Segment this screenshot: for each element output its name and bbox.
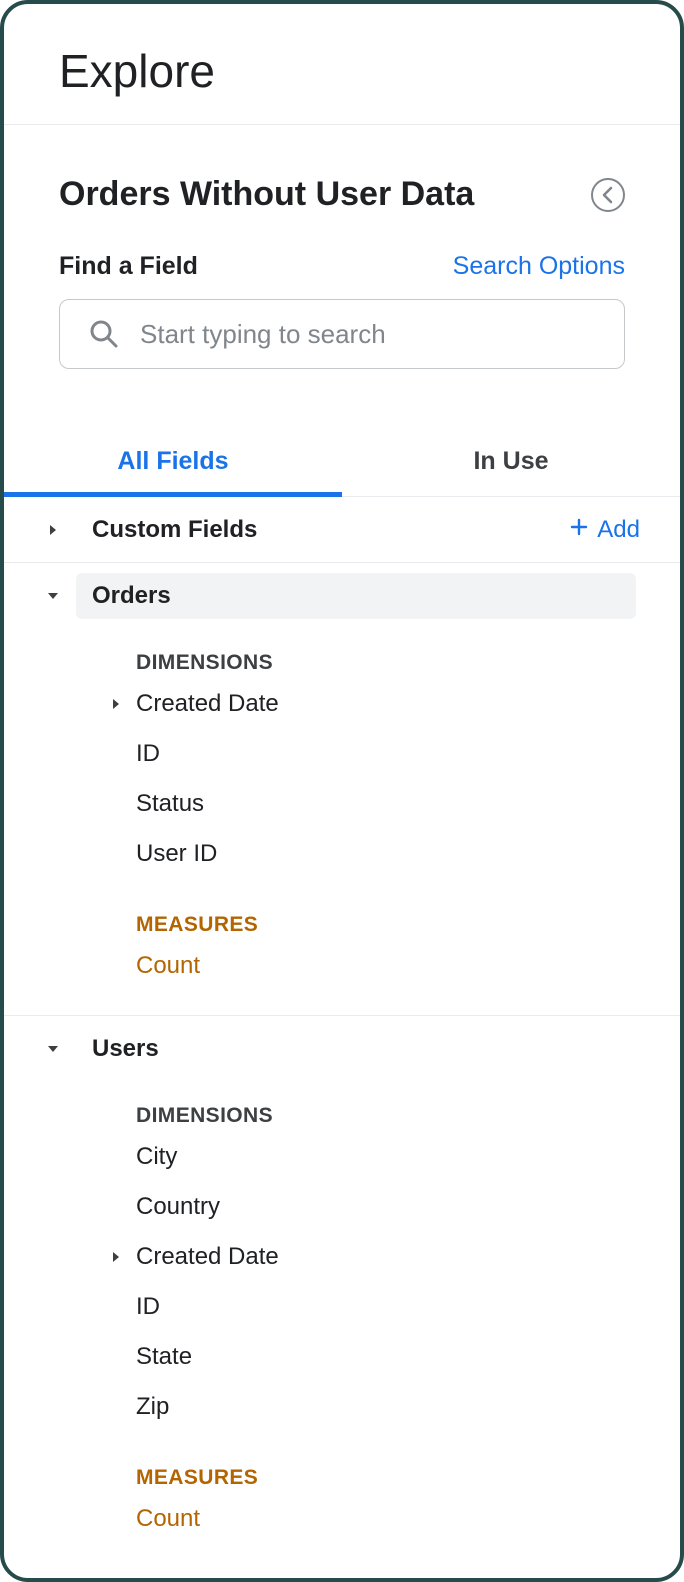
field-label: City — [136, 1143, 177, 1171]
search-input[interactable] — [138, 318, 596, 351]
field-count[interactable]: Count — [4, 1494, 680, 1544]
measures-label: MEASURES — [4, 879, 680, 941]
custom-fields-row[interactable]: Custom Fields Add — [4, 497, 680, 563]
dimensions-label: DIMENSIONS — [4, 1082, 680, 1132]
chevron-left-icon — [601, 186, 615, 204]
field-id[interactable]: ID — [4, 729, 680, 779]
field-label: Status — [136, 790, 204, 818]
field-label: Zip — [136, 1393, 169, 1421]
search-icon — [88, 318, 120, 350]
field-city[interactable]: City — [4, 1132, 680, 1182]
field-created-date[interactable]: Created Date — [4, 1232, 680, 1282]
field-label: Created Date — [136, 1243, 279, 1271]
view-users: Users DIMENSIONS City Country Created Da… — [4, 1016, 680, 1568]
view-header-users[interactable]: Users — [4, 1016, 680, 1082]
view-header-orders[interactable]: Orders — [4, 563, 680, 629]
view-orders: Orders DIMENSIONS Created Date ID Status… — [4, 563, 680, 1016]
field-label: Count — [136, 952, 200, 980]
page-title: Explore — [59, 44, 625, 98]
field-country[interactable]: Country — [4, 1182, 680, 1232]
field-label: State — [136, 1343, 192, 1371]
field-user-id[interactable]: User ID — [4, 829, 680, 879]
view-name: Orders — [92, 582, 171, 610]
view-name: Users — [92, 1035, 159, 1063]
field-status[interactable]: Status — [4, 779, 680, 829]
add-label: Add — [597, 516, 640, 544]
dimensions-label: DIMENSIONS — [4, 629, 680, 679]
find-field-label: Find a Field — [59, 252, 198, 281]
field-label: ID — [136, 740, 160, 768]
field-created-date[interactable]: Created Date — [4, 679, 680, 729]
tab-all-fields[interactable]: All Fields — [4, 425, 342, 496]
tab-in-use[interactable]: In Use — [342, 425, 680, 496]
field-label: Created Date — [136, 690, 279, 718]
field-tabs: All Fields In Use — [4, 425, 680, 497]
field-label: ID — [136, 1293, 160, 1321]
custom-fields-label: Custom Fields — [92, 516, 257, 544]
plus-icon — [569, 516, 589, 544]
field-label: User ID — [136, 840, 217, 868]
field-zip[interactable]: Zip — [4, 1382, 680, 1432]
caret-down-icon — [38, 1042, 68, 1056]
caret-right-icon — [96, 698, 136, 710]
measures-label: MEASURES — [4, 1432, 680, 1494]
field-label: Count — [136, 1505, 200, 1533]
search-box[interactable] — [59, 299, 625, 369]
field-state[interactable]: State — [4, 1332, 680, 1382]
field-label: Country — [136, 1193, 220, 1221]
collapse-panel-button[interactable] — [591, 178, 625, 212]
caret-down-icon — [38, 589, 68, 603]
add-custom-field-button[interactable]: Add — [569, 516, 640, 544]
field-count[interactable]: Count — [4, 941, 680, 991]
caret-right-icon — [38, 523, 68, 537]
explore-title: Orders Without User Data — [59, 175, 474, 214]
search-options-link[interactable]: Search Options — [453, 252, 625, 281]
field-id[interactable]: ID — [4, 1282, 680, 1332]
caret-right-icon — [96, 1251, 136, 1263]
